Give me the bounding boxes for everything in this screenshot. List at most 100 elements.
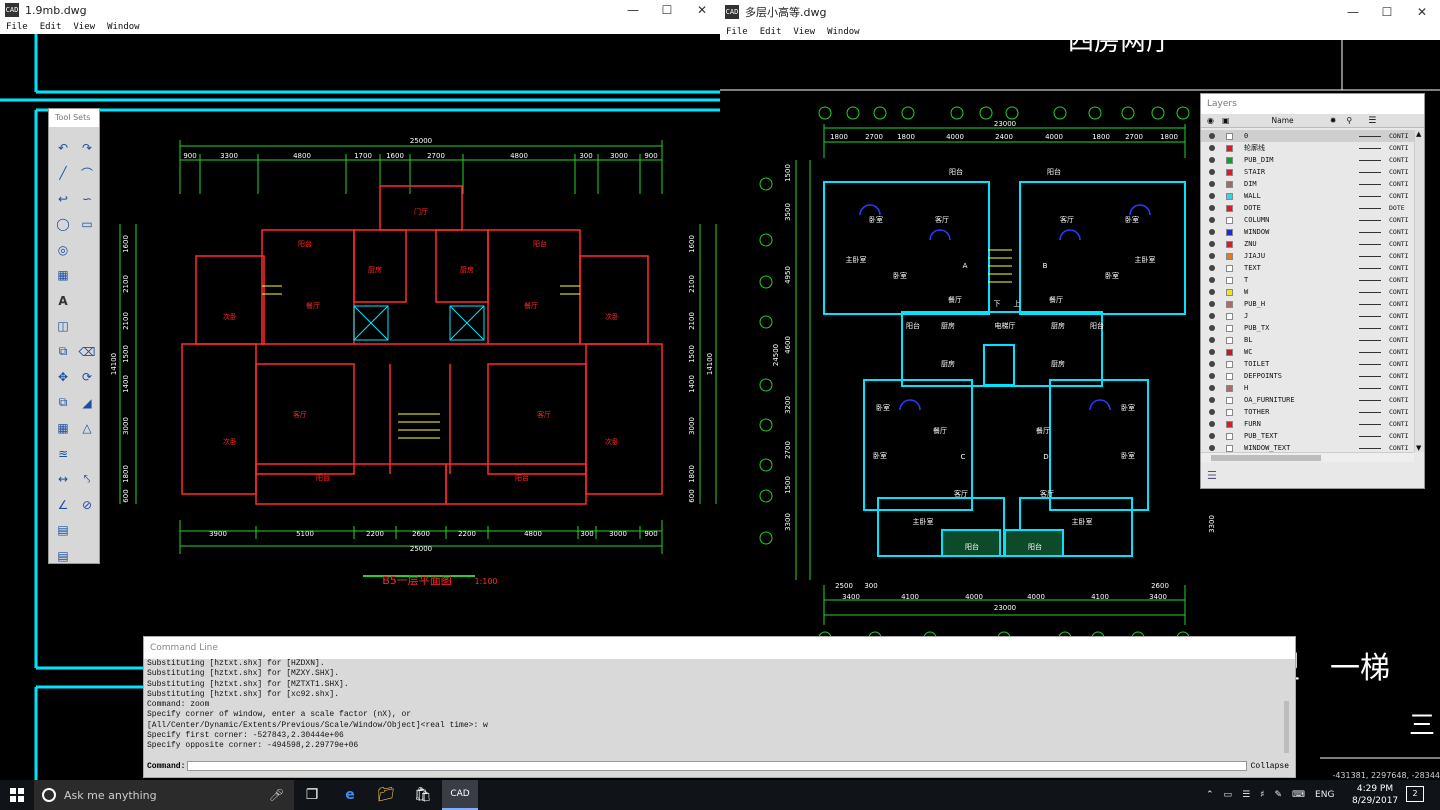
clock[interactable]: 4:29 PM 8/29/2017 — [1352, 783, 1398, 807]
layer-visibility-icon[interactable] — [1209, 169, 1215, 175]
layer-visibility-icon[interactable] — [1209, 181, 1215, 187]
line-icon[interactable]: ╱ — [51, 161, 75, 187]
layer-linetype[interactable] — [1359, 280, 1381, 281]
menu-view[interactable]: View — [793, 27, 815, 37]
layer-row[interactable]: PUB_H CONTI — [1201, 298, 1414, 310]
layer-color-swatch[interactable] — [1226, 300, 1233, 308]
left-titlebar[interactable]: CAD 1.9mb.dwg — ☐ ✕ — [0, 0, 720, 20]
ellipse-icon[interactable]: ◎ — [51, 237, 75, 263]
layer-row[interactable]: TOILET CONTI — [1201, 358, 1414, 370]
color-col-icon[interactable]: ▣ — [1222, 116, 1230, 125]
menu-file[interactable]: File — [6, 22, 28, 32]
cortana-search-box[interactable]: Ask me anything 🎤︎ — [34, 780, 294, 810]
language-indicator[interactable]: ENG — [1315, 790, 1334, 800]
layer-visibility-icon[interactable] — [1209, 313, 1215, 319]
menu-view[interactable]: View — [73, 22, 95, 32]
layer-linetype[interactable] — [1359, 196, 1381, 197]
erase-icon[interactable]: ⌫ — [75, 339, 99, 365]
redo-icon[interactable]: ↷ — [75, 135, 99, 161]
layer-row[interactable]: DEFPOINTS CONTI — [1201, 370, 1414, 382]
pen-icon[interactable]: ✎ — [1275, 790, 1283, 800]
layer-color-swatch[interactable] — [1226, 276, 1233, 284]
dim-radius-icon[interactable]: ⊘ — [75, 492, 99, 518]
layer-color-swatch[interactable] — [1226, 408, 1233, 416]
layer-color-swatch[interactable] — [1226, 192, 1233, 200]
freeze-col-icon[interactable]: ✹ — [1330, 116, 1337, 125]
layer-visibility-icon[interactable] — [1209, 397, 1215, 403]
layer-states-icon[interactable]: ☰ — [1207, 469, 1217, 482]
cad-app-taskbar-icon[interactable]: CAD — [442, 780, 478, 810]
hatch-icon[interactable]: ▦ — [51, 263, 75, 289]
store-icon[interactable]: 🛍︎ — [405, 780, 441, 810]
layer-visibility-icon[interactable] — [1209, 409, 1215, 415]
tool-sets-palette[interactable]: Tool Sets ↶ ↷ ╱ ⌒ ↩ ∽ ◯ ▭ ◎ ▦ A ◫ ⧉ ⌫ ✥ … — [48, 108, 100, 564]
layer-row[interactable]: PUB_TEXT CONTI — [1201, 430, 1414, 442]
dim-linear-icon[interactable]: ↔ — [51, 467, 75, 493]
menu-icon[interactable]: ☰ — [1368, 116, 1376, 126]
layer-visibility-icon[interactable] — [1209, 433, 1215, 439]
layer-color-swatch[interactable] — [1226, 216, 1233, 224]
minimize-icon[interactable]: — — [1336, 0, 1370, 24]
layer-linetype[interactable] — [1359, 160, 1381, 161]
battery-icon[interactable]: ▭ — [1224, 790, 1233, 800]
layer-row[interactable]: JIAJU CONTI — [1201, 250, 1414, 262]
layer-color-swatch[interactable] — [1226, 324, 1233, 332]
layer-visibility-icon[interactable] — [1209, 205, 1215, 211]
layer-row[interactable]: W CONTI — [1201, 286, 1414, 298]
layer-visibility-icon[interactable] — [1209, 289, 1215, 295]
layer-row[interactable]: TEXT CONTI — [1201, 262, 1414, 274]
array-icon[interactable]: ▦ — [51, 416, 75, 442]
layer-linetype[interactable] — [1359, 436, 1381, 437]
layer-linetype[interactable] — [1359, 232, 1381, 233]
layer-visibility-icon[interactable] — [1209, 193, 1215, 199]
layer-row[interactable]: TOTHER CONTI — [1201, 406, 1414, 418]
layer-visibility-icon[interactable] — [1209, 445, 1215, 451]
maximize-icon[interactable]: ☐ — [650, 0, 684, 20]
start-button[interactable] — [0, 780, 34, 810]
layer-linetype[interactable] — [1359, 412, 1381, 413]
layer-color-swatch[interactable] — [1226, 240, 1233, 248]
layer-linetype[interactable] — [1359, 256, 1381, 257]
layer-visibility-icon[interactable] — [1209, 145, 1215, 151]
layer-linetype[interactable] — [1359, 184, 1381, 185]
microphone-icon[interactable]: 🎤︎ — [269, 788, 284, 802]
layer-linetype[interactable] — [1359, 448, 1381, 449]
layer-color-swatch[interactable] — [1226, 288, 1233, 296]
layer-row[interactable]: BL CONTI — [1201, 334, 1414, 346]
layer-row[interactable]: 0 CONTI — [1201, 130, 1414, 142]
layer-linetype[interactable] — [1359, 220, 1381, 221]
layer-linetype[interactable] — [1359, 208, 1381, 209]
layer-linetype[interactable] — [1359, 340, 1381, 341]
layer-row[interactable]: WINDOW_TEXT CONTI — [1201, 442, 1414, 452]
eye-icon[interactable]: ◉ — [1207, 116, 1214, 125]
keyboard-icon[interactable]: ⌨ — [1292, 790, 1305, 800]
layer-visibility-icon[interactable] — [1209, 361, 1215, 367]
file-explorer-icon[interactable]: 📁︎ — [368, 780, 404, 810]
layer-row[interactable]: WINDOW CONTI — [1201, 226, 1414, 238]
arc-icon[interactable]: ⌒ — [75, 161, 99, 187]
layer-linetype[interactable] — [1359, 292, 1381, 293]
layer-row[interactable]: J CONTI — [1201, 310, 1414, 322]
collapse-button[interactable]: Collapse — [1251, 762, 1289, 771]
layer-color-swatch[interactable] — [1226, 252, 1233, 260]
layer-row[interactable]: H CONTI — [1201, 382, 1414, 394]
layer-color-swatch[interactable] — [1226, 348, 1233, 356]
layer-visibility-icon[interactable] — [1209, 349, 1215, 355]
layer-visibility-icon[interactable] — [1209, 241, 1215, 247]
undo-icon[interactable]: ↶ — [51, 135, 75, 161]
layer-linetype[interactable] — [1359, 352, 1381, 353]
layer-visibility-icon[interactable] — [1209, 133, 1215, 139]
block-icon[interactable]: ◫ — [51, 314, 75, 340]
layer-color-swatch[interactable] — [1226, 180, 1233, 188]
layer-color-swatch[interactable] — [1226, 336, 1233, 344]
command-line-panel[interactable]: Command Line Substituting [hztxt.shx] fo… — [143, 636, 1296, 778]
layers-list[interactable]: 0 CONTI 轮廓线 CONTI PUB_DIM CONTI STAIR CONTI DIM C… — [1201, 130, 1414, 452]
layer-color-swatch[interactable] — [1226, 264, 1233, 272]
layer-linetype[interactable] — [1359, 148, 1381, 149]
copy-icon[interactable]: ⧉ — [51, 339, 75, 365]
layer-linetype[interactable] — [1359, 304, 1381, 305]
layer-row[interactable]: STAIR CONTI — [1201, 166, 1414, 178]
menu-window[interactable]: Window — [107, 22, 140, 32]
network-icon[interactable]: ☰ — [1242, 790, 1250, 800]
menu-edit[interactable]: Edit — [760, 27, 782, 37]
